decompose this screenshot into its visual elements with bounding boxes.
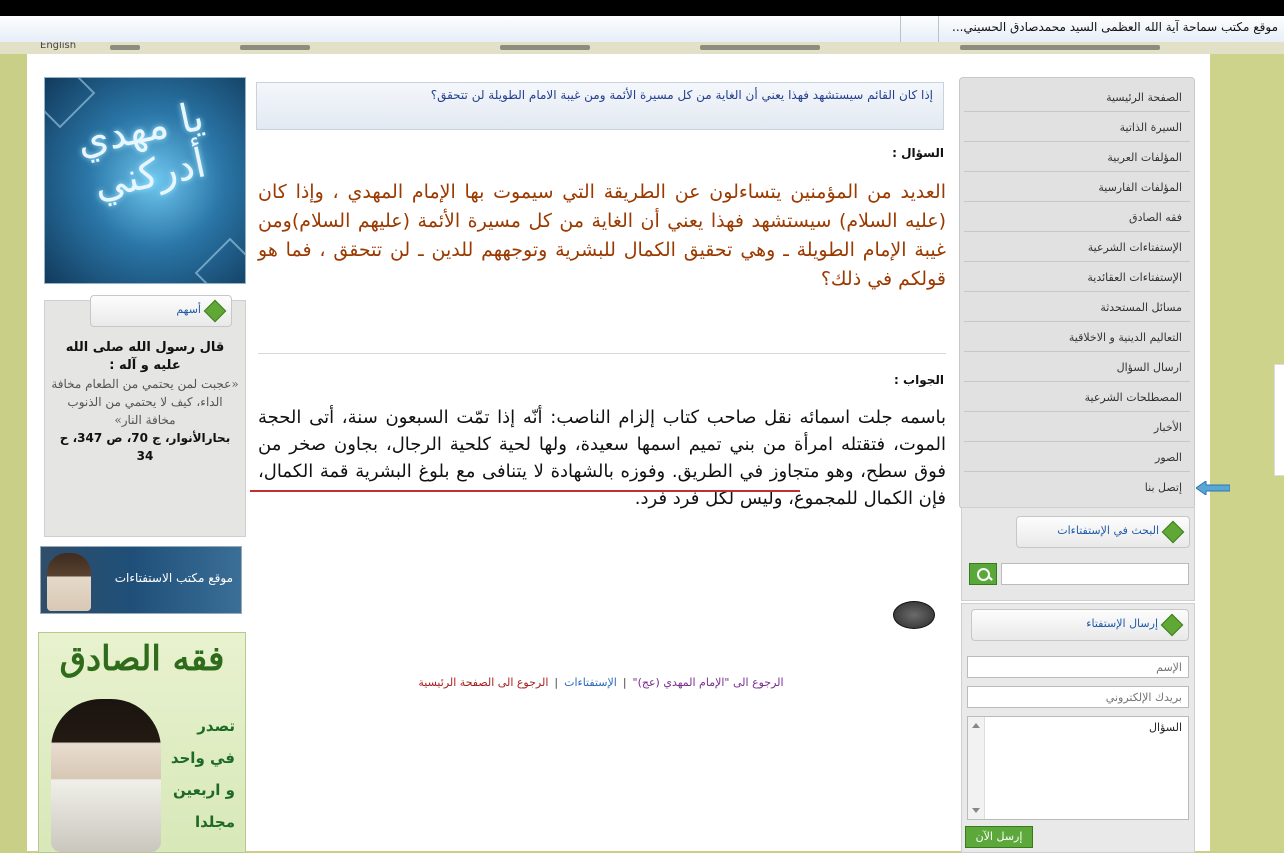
menu-item-blurred[interactable] xyxy=(960,45,1160,50)
istiftaat-banner-label: موقع مكتب الاستفتاءات xyxy=(114,571,233,585)
nav-item-label: الأخبار xyxy=(1153,421,1182,434)
nav-item-fiqh-al-sadiq[interactable]: فقه الصادق xyxy=(964,206,1190,232)
back-to-imam-mahdi-link[interactable]: الرجوع الى "الإمام المهدي (عج)" xyxy=(633,676,784,689)
nav-item-label: التعاليم الدينية و الاخلاقية xyxy=(1068,331,1182,344)
question-textarea[interactable]: السؤال xyxy=(967,716,1189,820)
green-diamond-icon xyxy=(1161,520,1185,544)
hadith-box: قال رسول الله صلى الله عليه و آله : «عجب… xyxy=(44,300,246,537)
mahdi-calligraphy-banner[interactable]: يا مهدي أدركني xyxy=(44,77,246,284)
nav-item-label: الصفحة الرئيسية xyxy=(1106,91,1182,104)
green-diamond-icon xyxy=(203,299,227,323)
send-question-tab: إرسال الإستفتاء xyxy=(971,609,1189,641)
hadith-header: قال رسول الله صلى الله عليه و آله : xyxy=(65,340,225,373)
answer-text: باسمه جلت اسمائه نقل صاحب كتاب إلزام الن… xyxy=(258,407,946,509)
hadith-source: بحارالأنوار، ج 70، ص 347، ح 34 xyxy=(59,431,231,463)
nav-item-photos[interactable]: الصور xyxy=(964,446,1190,472)
nav-item-biography[interactable]: السيرة الذاتية xyxy=(964,116,1190,142)
name-field[interactable] xyxy=(967,656,1189,678)
tab-separator xyxy=(900,16,901,42)
nav-item-label: الإستفتاءات العقائدية xyxy=(1087,271,1182,284)
bottom-navigation-links: الرجوع الى "الإمام المهدي (عج)" | الإستفتا… xyxy=(346,676,856,689)
nav-item-label: ارسال السؤال xyxy=(1116,361,1182,374)
fiqh-banner-title: فقه الصادق xyxy=(59,639,225,679)
hadith-text: قال رسول الله صلى الله عليه و آله : «عجب… xyxy=(51,339,239,465)
fiqh-banner-line: مجلدا xyxy=(194,813,235,831)
hadith-box-tab: أسهم xyxy=(90,295,232,327)
search-panel-tab: البحث في الإستفتاءات xyxy=(1016,516,1190,548)
section-divider xyxy=(258,353,946,354)
nav-item-new-issues[interactable]: مسائل المستحدثة xyxy=(964,296,1190,322)
nav-item-arabic-works[interactable]: المؤلفات العربية xyxy=(964,146,1190,172)
nav-item-label: إتصل بنا xyxy=(1144,481,1182,494)
search-icon-handle xyxy=(987,575,993,581)
fiqh-banner-line: تصدر xyxy=(197,717,235,735)
fiqh-banner-line: و اربعين xyxy=(172,781,235,799)
istiftaat-site-banner[interactable]: موقع مكتب الاستفتاءات xyxy=(40,546,242,614)
nav-item-label: الإستفتاءات الشرعية xyxy=(1087,241,1182,254)
answer-label: الجواب : xyxy=(894,373,944,387)
menu-item-blurred[interactable] xyxy=(700,45,820,50)
nav-item-news[interactable]: الأخبار xyxy=(964,416,1190,442)
tab-separator xyxy=(938,16,939,42)
nav-item-religious-teachings[interactable]: التعاليم الدينية و الاخلاقية xyxy=(964,326,1190,352)
fiqh-al-sadiq-banner[interactable]: فقه الصادق تصدر في واحد و اربعين مجلدا xyxy=(38,632,246,853)
question-summary: إذا كان القائم سيستشهد فهذا يعني أن الغا… xyxy=(430,88,933,102)
office-seal-icon xyxy=(893,601,935,629)
main-nav-menu: الصفحة الرئيسية السيرة الذاتية المؤلفات … xyxy=(959,77,1195,509)
scroll-down-icon[interactable] xyxy=(972,808,980,813)
screen-top-bar xyxy=(0,0,1284,16)
nav-item-belief-fatwas[interactable]: الإستفتاءات العقائدية xyxy=(964,266,1190,292)
nav-item-label: الصور xyxy=(1155,451,1182,464)
menu-item-blurred[interactable] xyxy=(500,45,590,50)
fiqh-banner-line: في واحد xyxy=(170,749,235,767)
nav-item-home[interactable]: الصفحة الرئيسية xyxy=(964,86,1190,112)
page-right-margin xyxy=(1210,54,1284,851)
question-summary-box: إذا كان القائم سيستشهد فهذا يعني أن الغا… xyxy=(256,82,944,130)
red-underline-annotation xyxy=(250,490,800,492)
site-top-menu: English xyxy=(0,42,1284,54)
nav-item-label: فقه الصادق xyxy=(1129,211,1182,224)
link-separator: | xyxy=(622,676,627,689)
ornament-shape xyxy=(194,237,245,283)
menu-item-blurred[interactable] xyxy=(240,45,310,50)
back-to-home-link[interactable]: الرجوع الى الصفحة الرئيسية xyxy=(418,676,548,689)
hadith-body: «عجبت لمن يحتمي من الطعام مخافة الداء، ك… xyxy=(51,377,239,427)
send-question-tab-label: إرسال الإستفتاء xyxy=(1086,617,1158,630)
nav-item-contact-us[interactable]: إتصل بنا xyxy=(964,476,1190,501)
nav-item-label: مسائل المستحدثة xyxy=(1100,301,1182,314)
search-input[interactable] xyxy=(1001,563,1189,585)
question-placeholder: السؤال xyxy=(1149,721,1182,734)
search-tab-label: البحث في الإستفتاءات xyxy=(1057,524,1159,537)
nav-item-sharia-fatwas[interactable]: الإستفتاءات الشرعية xyxy=(964,236,1190,262)
nav-item-persian-works[interactable]: المؤلفات الفارسية xyxy=(964,176,1190,202)
nav-item-label: المؤلفات الفارسية xyxy=(1098,181,1182,194)
nav-item-label: المصطلحات الشرعية xyxy=(1084,391,1182,404)
cleric-portrait xyxy=(47,553,91,611)
search-button[interactable] xyxy=(969,563,997,585)
send-now-button[interactable]: إرسل الآن xyxy=(965,826,1033,848)
question-text: العديد من المؤمنين يتساءلون عن الطريقة ا… xyxy=(258,181,946,290)
link-separator: | xyxy=(554,676,559,689)
question-label: السؤال : xyxy=(892,146,944,160)
browser-tab-bar: موقع مكتب سماحة آية الله العظمى السيد مح… xyxy=(0,16,1284,43)
nav-item-sharia-terms[interactable]: المصطلحات الشرعية xyxy=(964,386,1190,412)
nav-item-label: المؤلفات العربية xyxy=(1107,151,1182,164)
nav-item-label: السيرة الذاتية xyxy=(1119,121,1182,134)
textarea-scrollbar[interactable] xyxy=(968,717,985,819)
istiftaat-link[interactable]: الإستفتاءات xyxy=(564,676,617,689)
email-field[interactable] xyxy=(967,686,1189,708)
cleric-portrait xyxy=(51,699,161,852)
nav-item-send-question[interactable]: ارسال السؤال xyxy=(964,356,1190,382)
browser-tab-title[interactable]: موقع مكتب سماحة آية الله العظمى السيد مح… xyxy=(952,20,1278,34)
arrow-pointer-icon xyxy=(1196,481,1230,495)
scroll-up-icon[interactable] xyxy=(972,723,980,728)
hadith-tab-label: أسهم xyxy=(176,303,201,316)
menu-item-blurred[interactable] xyxy=(110,45,140,50)
cropped-element xyxy=(1274,364,1284,476)
english-link[interactable]: English xyxy=(40,42,76,51)
green-diamond-icon xyxy=(1160,613,1184,637)
